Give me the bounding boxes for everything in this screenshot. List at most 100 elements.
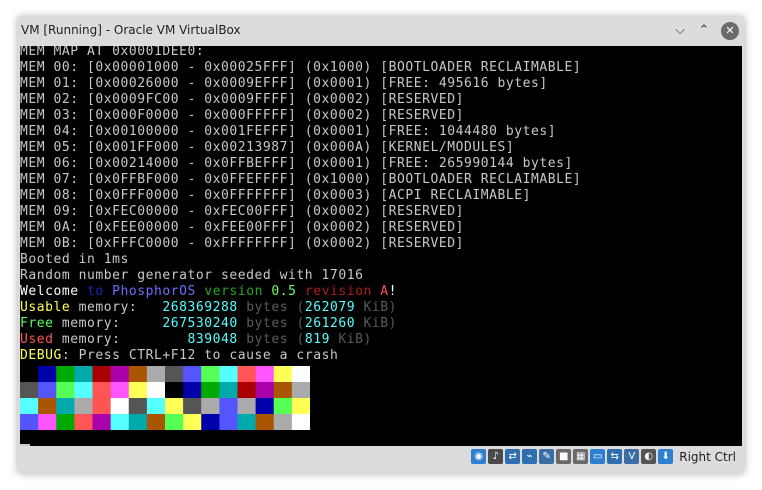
console-text: MEM 05: [0x001FF000 - 0x00213987] (0x000… (20, 140, 515, 155)
palette-cell (201, 382, 220, 398)
console-text: memory: (70, 300, 163, 315)
console-text: Random number generator seeded with 1701… (20, 268, 364, 283)
palette-cell (183, 398, 202, 414)
virtualbox-window: VM [Running] - Oracle VM VirtualBox ⌵ ⌃ … (18, 17, 744, 473)
console-text: memory: (53, 316, 163, 331)
console-line: MEM 04: [0x00100000 - 0x001FEFFF] (0x000… (20, 124, 581, 140)
console-text: Used (20, 332, 54, 347)
virtualization-icon[interactable]: ⇆ (607, 449, 623, 464)
palette-cell (273, 366, 293, 382)
palette-cell (291, 366, 310, 382)
palette-cell (146, 414, 166, 430)
console-text: Free (20, 316, 54, 331)
palette-cell (110, 366, 130, 382)
console-text: MEM 07: [0x0FFBF000 - 0x0FFEFFFF] (0x100… (20, 172, 582, 187)
minimize-button[interactable]: ⌵ (670, 21, 690, 41)
console-text: version (204, 284, 272, 299)
display-icon[interactable]: ■ (556, 449, 572, 464)
palette-cell (219, 366, 238, 382)
console-text: bytes ( (237, 300, 305, 315)
palette-cell (165, 382, 184, 398)
console-text: memory: (53, 332, 188, 347)
palette-cell (291, 398, 310, 414)
window-title: VM [Running] - Oracle VM VirtualBox (21, 23, 241, 37)
close-button[interactable]: ✕ (721, 22, 739, 40)
console-line: MEM 05: [0x001FF000 - 0x00213987] (0x000… (20, 140, 581, 156)
cpu-icon[interactable]: V (624, 449, 640, 464)
palette-cell (183, 414, 202, 430)
title-bar[interactable]: VM [Running] - Oracle VM VirtualBox ⌵ ⌃ … (18, 17, 744, 46)
console-line: MEM 08: [0x0FFF0000 - 0x0FFFFFFF] (0x000… (20, 188, 581, 204)
console-text: MEM 06: [0x00214000 - 0x0FFBEFFF] (0x000… (20, 156, 573, 171)
console-line: MEM MAP AT 0x0001DEE0: (20, 46, 581, 60)
color-palette-test (20, 366, 310, 430)
palette-cell (237, 398, 256, 414)
palette-cell (92, 414, 111, 430)
console-line: MEM 00: [0x00001000 - 0x00025FFF] (0x100… (20, 60, 581, 76)
palette-cell (219, 398, 238, 414)
palette-cell (20, 382, 39, 398)
console-text: 267530240 (162, 316, 238, 331)
console-line: MEM 03: [0x000F0000 - 0x000FFFFF] (0x000… (20, 108, 581, 124)
console-text: MEM 00: [0x00001000 - 0x00025FFF] (0x100… (20, 60, 582, 75)
console-text: 261260 (304, 316, 356, 331)
palette-cell (110, 398, 130, 414)
palette-cell (56, 366, 75, 382)
keyboard-capture-icon[interactable]: ⬇ (658, 449, 674, 464)
vm-display[interactable]: MEM MAP AT 0x0001DEE0: MEM 00: [0x0000100… (20, 46, 742, 446)
palette-cell (74, 398, 93, 414)
palette-cell (201, 398, 220, 414)
console-text: KiB) (329, 332, 372, 347)
console-text: 262079 (304, 300, 356, 315)
console-text: MEM 09: [0xFEC00000 - 0xFEC00FFF] (0x000… (20, 204, 464, 219)
console-text: MEM 08: [0x0FFF0000 - 0x0FFFFFFF] (0x000… (20, 188, 531, 203)
console-line: MEM 06: [0x00214000 - 0x0FFBEFFF] (0x000… (20, 156, 581, 172)
screen-icon[interactable]: ▦ (573, 449, 589, 464)
palette-cell (165, 414, 184, 430)
usb-icon[interactable]: ⌁ (522, 449, 538, 464)
optical-drive-icon[interactable]: ◉ (471, 449, 487, 464)
palette-cell (273, 414, 293, 430)
palette-cell (255, 414, 275, 430)
console-text: to (87, 284, 113, 299)
palette-cell (146, 398, 166, 414)
console-line: Used memory: 839048 bytes (819 KiB) (20, 332, 581, 348)
palette-cell (146, 382, 166, 398)
palette-cell (219, 382, 238, 398)
mouse-integration-icon[interactable]: ◐ (641, 449, 657, 464)
console-line: Welcome to PhosphorOS version 0.5 revisi… (20, 284, 581, 300)
console-text: 268369288 (162, 300, 238, 315)
shared-folders-icon[interactable]: ✎ (539, 449, 555, 464)
palette-cell (92, 398, 111, 414)
console-text: Welcome (20, 284, 88, 299)
palette-cell (255, 398, 275, 414)
palette-cell (20, 366, 39, 382)
maximize-button[interactable]: ⌃ (694, 21, 714, 41)
console-text: ! (388, 284, 398, 299)
palette-cell (128, 366, 148, 382)
console-text: MEM 02: [0x0009FC00 - 0x0009FFFF] (0x000… (20, 92, 464, 107)
palette-cell (110, 414, 130, 430)
console-line: Usable memory: 268369288 bytes (262079 K… (20, 300, 581, 316)
palette-cell (165, 366, 184, 382)
console-line: Random number generator seeded with 1701… (20, 268, 581, 284)
console-text: PhosphorOS (112, 284, 205, 299)
video-capture-icon[interactable]: ▭ (590, 449, 606, 464)
palette-cell (273, 382, 293, 398)
network-icon[interactable]: ⇄ (505, 449, 521, 464)
console-line: MEM 0A: [0xFEE00000 - 0xFEE00FFF] (0x000… (20, 220, 581, 236)
audio-icon[interactable]: ♪ (488, 449, 504, 464)
palette-cell (38, 366, 57, 382)
palette-cell (183, 366, 202, 382)
console-line: Free memory: 267530240 bytes (261260 KiB… (20, 316, 581, 332)
console-line: MEM 09: [0xFEC00000 - 0xFEC00FFF] (0x000… (20, 204, 581, 220)
console-text: MEM 03: [0x000F0000 - 0x000FFFFF] (0x000… (20, 108, 464, 123)
console-text: MEM 0B: [0xFFFC0000 - 0xFFFFFFFF] (0x000… (20, 236, 464, 251)
console-text: bytes ( (237, 332, 305, 347)
palette-cell (74, 366, 93, 382)
palette-cell (56, 382, 75, 398)
palette-cell (255, 366, 275, 382)
palette-cell (56, 414, 75, 430)
status-icons: ◉ ♪ ⇄ ⌁ ✎ ■ ▦ ▭ ⇆ V ◐ ⬇ Right Ctrl (471, 449, 736, 464)
console-line: MEM 01: [0x00026000 - 0x0009EFFF] (0x000… (20, 76, 581, 92)
